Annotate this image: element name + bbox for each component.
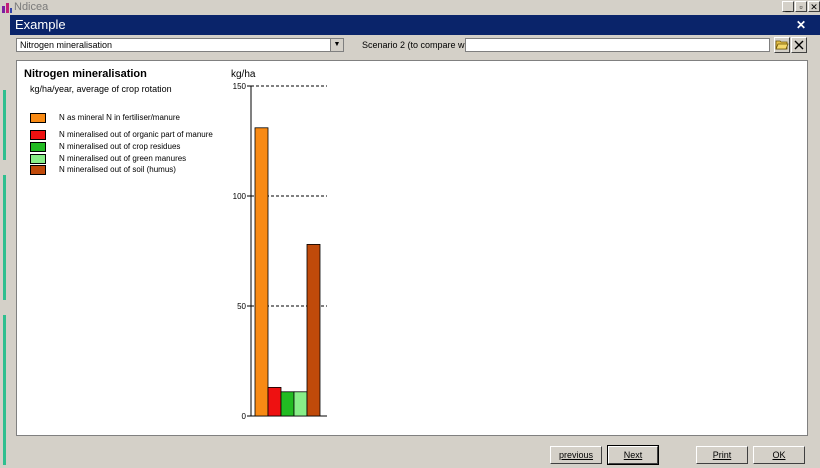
background-window-edge bbox=[3, 315, 6, 465]
y-tick-label: 0 bbox=[242, 412, 247, 421]
chart-panel: Nitrogen mineralisation kg/ha/year, aver… bbox=[16, 60, 808, 436]
print-button[interactable]: Print bbox=[696, 446, 748, 464]
background-window-edge bbox=[3, 175, 6, 300]
ok-button[interactable]: OK bbox=[753, 446, 805, 464]
y-tick-label: 150 bbox=[233, 82, 247, 91]
app-title: Ndicea bbox=[14, 1, 49, 13]
scenario-input[interactable] bbox=[465, 38, 770, 52]
dialog-titlebar: Example ✕ bbox=[10, 15, 820, 35]
scenario-label: Scenario 2 (to compare with): bbox=[362, 40, 480, 50]
close-app-button[interactable]: ✕ bbox=[808, 1, 820, 12]
y-axis-label: kg/ha bbox=[231, 69, 256, 80]
bar bbox=[280, 391, 295, 417]
topic-select[interactable]: Nitrogen mineralisation ▼ bbox=[16, 38, 344, 52]
dialog-title: Example bbox=[15, 17, 66, 32]
bar bbox=[254, 127, 269, 417]
bar bbox=[267, 386, 282, 417]
bar bbox=[293, 391, 308, 417]
app-icon bbox=[2, 3, 12, 13]
background-window-edge bbox=[3, 90, 6, 160]
open-folder-button[interactable] bbox=[774, 37, 790, 53]
bar bbox=[306, 243, 321, 417]
folder-open-icon bbox=[775, 40, 789, 50]
app-titlebar: Ndicea _ ▫ ✕ bbox=[0, 0, 820, 14]
minimize-button[interactable]: _ bbox=[782, 1, 794, 12]
close-icon bbox=[794, 40, 804, 50]
dialog-close-button[interactable]: ✕ bbox=[794, 18, 808, 32]
y-tick-label: 50 bbox=[237, 302, 246, 311]
previous-button[interactable]: previous bbox=[550, 446, 602, 464]
next-button[interactable]: Next bbox=[607, 445, 659, 465]
topic-select-value: Nitrogen mineralisation bbox=[20, 40, 113, 50]
y-tick-label: 100 bbox=[233, 192, 247, 201]
chevron-down-icon[interactable]: ▼ bbox=[330, 39, 343, 51]
restore-button[interactable]: ▫ bbox=[795, 1, 807, 12]
bar-chart: kg/ha 0 50 100 150 bbox=[231, 69, 327, 421]
clear-scenario-button[interactable] bbox=[791, 37, 807, 53]
